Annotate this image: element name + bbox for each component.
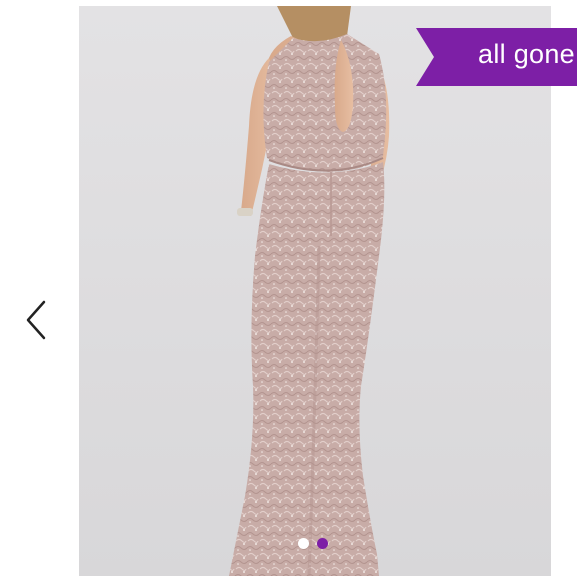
chevron-left-icon [26,300,46,340]
listing-image-viewer: all gone [0,0,577,580]
carousel-dot-1[interactable] [298,538,309,549]
dress-photo-illustration [229,6,390,576]
status-badge: all gone [416,28,577,86]
listing-photo[interactable] [79,6,551,576]
status-badge-label: all gone [478,39,575,69]
carousel-indicators [298,538,328,549]
prev-photo-button[interactable] [22,298,52,342]
carousel-dot-2-active[interactable] [317,538,328,549]
